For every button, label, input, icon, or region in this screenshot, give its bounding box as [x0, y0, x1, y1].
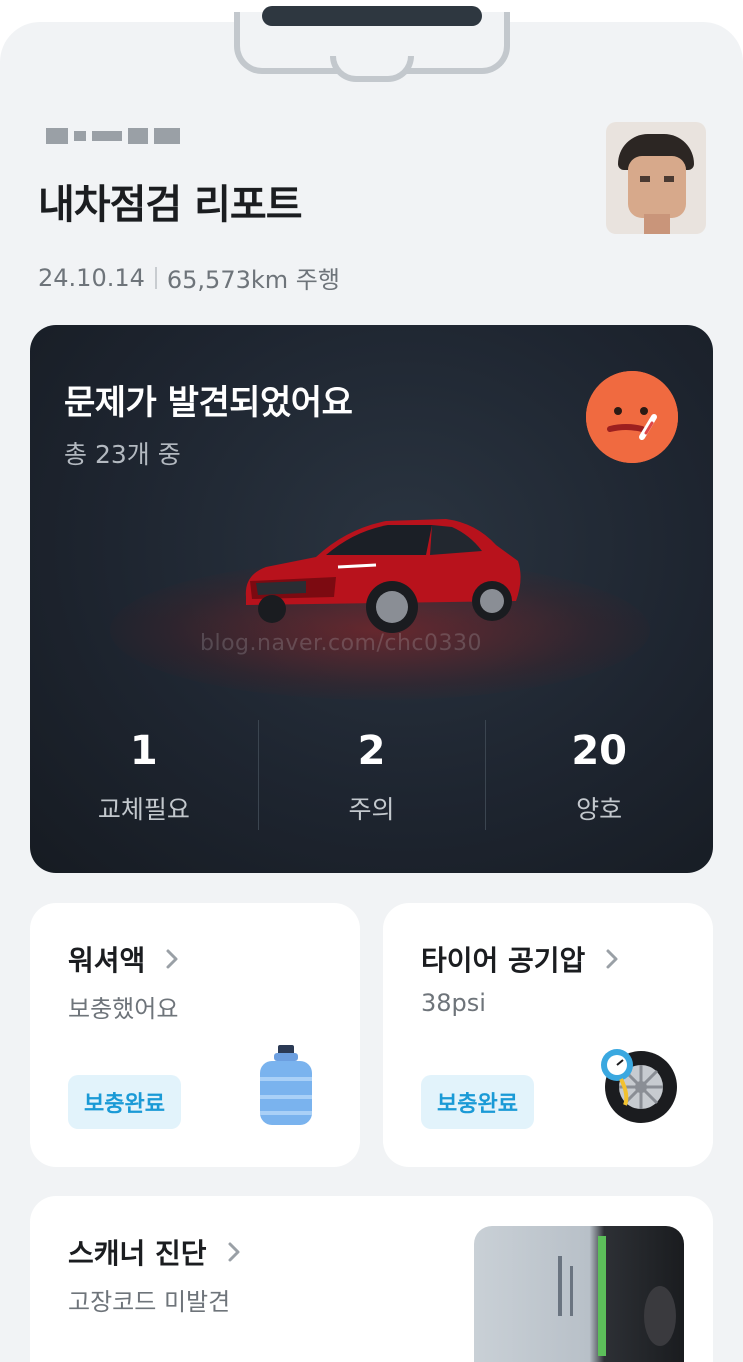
mileage: 65,573km 주행 — [166, 266, 340, 294]
water-bottle-icon — [260, 1045, 312, 1125]
inspection-status-card[interactable]: 문제가 발견되었어요 총 23개 중 blog.naver.com/chc033… — [30, 325, 713, 873]
washer-fluid-card[interactable]: 워셔액 보충했어요 보충완료 — [30, 903, 360, 1167]
report-date: 24.10.14 — [38, 263, 145, 292]
stat-good[interactable]: 20 양호 — [485, 720, 713, 830]
card-title: 타이어 공기압 — [421, 939, 625, 979]
device-notch — [262, 6, 482, 26]
blurred-username — [46, 128, 180, 144]
stat-replace[interactable]: 1 교체필요 — [30, 720, 258, 830]
chevron-right-icon — [228, 1242, 240, 1262]
report-meta: 24.10.14 65,573km 주행 — [38, 260, 340, 295]
stat-value: 20 — [571, 728, 628, 774]
device-notch-bump — [330, 56, 414, 82]
scanner-photo — [474, 1226, 684, 1362]
card-title: 워셔액 — [68, 939, 185, 979]
meta-divider — [154, 266, 157, 289]
status-title: 문제가 발견되었어요 — [64, 383, 353, 423]
status-badge: 보충완료 — [421, 1075, 534, 1129]
car-icon — [245, 519, 521, 633]
avatar[interactable] — [606, 122, 706, 234]
scanner-title: 스캐너 진단 — [68, 1237, 207, 1270]
stat-label: 양호 — [576, 795, 623, 824]
tire-subtitle: 38psi — [421, 989, 486, 1017]
page-title: 내차점검 리포트 — [38, 182, 303, 228]
tire-pressure-card[interactable]: 타이어 공기압 38psi 보충완료 — [383, 903, 713, 1167]
sick-face-icon — [586, 371, 678, 463]
washer-subtitle: 보충했어요 — [68, 995, 179, 1023]
tire-title: 타이어 공기압 — [421, 944, 586, 977]
status-subtitle: 총 23개 중 — [64, 440, 181, 469]
chevron-right-icon — [166, 949, 178, 969]
stat-value: 2 — [357, 728, 386, 774]
scanner-diagnosis-card[interactable]: 스캐너 진단 고장코드 미발견 — [30, 1196, 713, 1362]
watermark: blog.naver.com/chc0330 — [200, 631, 483, 656]
washer-title: 워셔액 — [68, 944, 146, 977]
chevron-right-icon — [606, 949, 618, 969]
card-title: 스캐너 진단 — [68, 1232, 247, 1272]
stat-label: 교체필요 — [97, 795, 190, 824]
stat-label: 주의 — [348, 795, 395, 824]
stat-value: 1 — [129, 728, 158, 774]
scanner-subtitle: 고장코드 미발견 — [68, 1288, 231, 1316]
tire-gauge-icon — [601, 1049, 677, 1123]
stat-caution[interactable]: 2 주의 — [257, 720, 486, 830]
status-badge: 보충완료 — [68, 1075, 181, 1129]
stats-row: 1 교체필요 2 주의 20 양호 — [30, 720, 713, 830]
